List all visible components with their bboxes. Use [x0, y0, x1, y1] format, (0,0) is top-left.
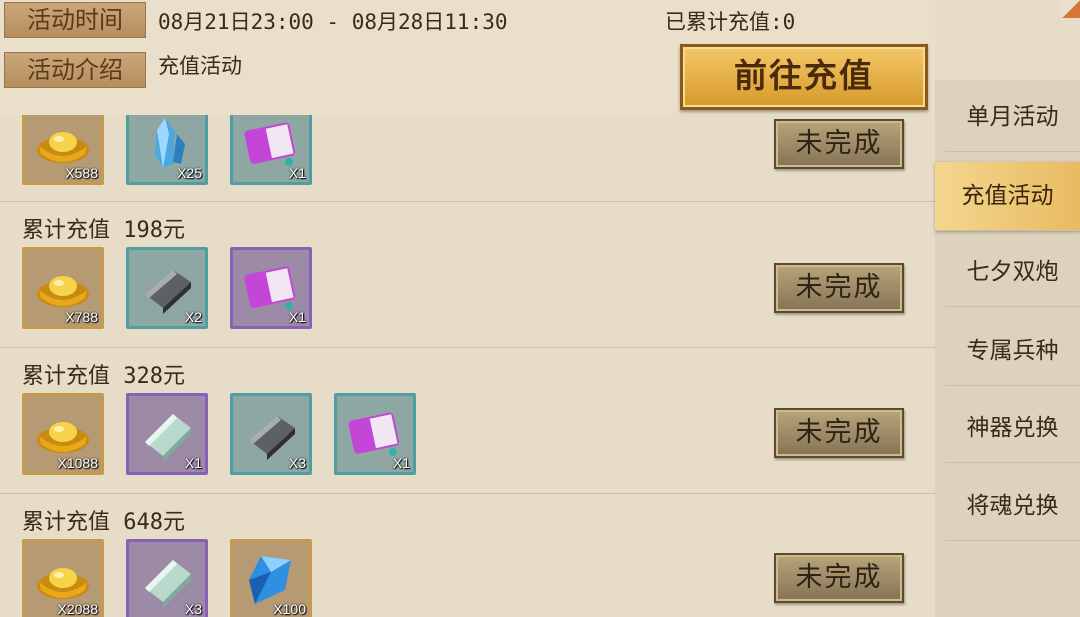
sidebar-item-qixi[interactable]: 七夕双炮 [945, 238, 1080, 307]
activity-header: 活动时间 08月21日23:00 - 08月28日11:30 已累计充值:0 活… [0, 0, 935, 115]
recharged-total: 已累计充值:0 [665, 10, 796, 34]
item-count: X3 [288, 455, 306, 471]
sidebar-item-soul-exchange[interactable]: 将魂兑换 [945, 472, 1080, 541]
row-divider [0, 493, 935, 494]
blue-gem-icon[interactable]: X100 [230, 539, 312, 617]
reward-list[interactable]: X588 X25 X1 未完成 累计充值 198元 X788 X2 X1 未完成 [0, 115, 935, 617]
item-count: X25 [177, 165, 202, 181]
item-count: X1088 [57, 455, 98, 471]
corner-decoration [1062, 0, 1080, 18]
item-count: X2088 [57, 601, 98, 617]
row-title: 累计充值 198元 [22, 218, 185, 243]
purple-scroll-icon[interactable]: X1 [230, 247, 312, 329]
item-count: X1 [392, 455, 410, 471]
row-divider [0, 201, 935, 202]
jade-ingot-icon[interactable]: X3 [126, 539, 208, 617]
time-label: 活动时间 [4, 2, 146, 38]
sidebar-item-exclusive-troops[interactable]: 专属兵种 [945, 317, 1080, 386]
gold-ingot-icon[interactable]: X788 [22, 247, 104, 329]
item-count: X100 [273, 601, 306, 617]
claim-status-button[interactable]: 未完成 [774, 263, 904, 313]
description-text: 充值活动 [158, 54, 242, 78]
description-label: 活动介绍 [4, 52, 146, 88]
sidebar-item-monthly[interactable]: 单月活动 [945, 83, 1080, 152]
item-count: X788 [65, 309, 98, 325]
item-count: X1 [184, 455, 202, 471]
row-divider [0, 347, 935, 348]
row-title: 累计充值 328元 [22, 364, 185, 389]
time-range: 08月21日23:00 - 08月28日11:30 [158, 10, 508, 34]
claim-status-button[interactable]: 未完成 [774, 553, 904, 603]
gold-ingot-icon[interactable]: X2088 [22, 539, 104, 617]
goto-recharge-button[interactable]: 前往充值 [680, 44, 928, 110]
activity-sidebar: 单月活动 充值活动 七夕双炮 专属兵种 神器兑换 将魂兑换 [935, 80, 1080, 617]
item-count: X2 [184, 309, 202, 325]
iron-ingot-icon[interactable]: X2 [126, 247, 208, 329]
jade-ingot-icon[interactable]: X1 [126, 393, 208, 475]
purple-scroll-icon[interactable]: X1 [230, 115, 312, 185]
claim-status-button[interactable]: 未完成 [774, 119, 904, 169]
gold-ingot-icon[interactable]: X1088 [22, 393, 104, 475]
item-count: X3 [184, 601, 202, 617]
row-title: 累计充值 648元 [22, 510, 185, 535]
claim-status-button[interactable]: 未完成 [774, 408, 904, 458]
iron-ingot-icon[interactable]: X3 [230, 393, 312, 475]
purple-scroll-icon[interactable]: X1 [334, 393, 416, 475]
item-count: X1 [288, 165, 306, 181]
item-count: X588 [65, 165, 98, 181]
gold-ingot-icon[interactable]: X588 [22, 115, 104, 185]
sidebar-item-artifact-exchange[interactable]: 神器兑换 [945, 394, 1080, 463]
sidebar-item-recharge[interactable]: 充值活动 [935, 162, 1080, 231]
blue-crystal-icon[interactable]: X25 [126, 115, 208, 185]
item-count: X1 [288, 309, 306, 325]
